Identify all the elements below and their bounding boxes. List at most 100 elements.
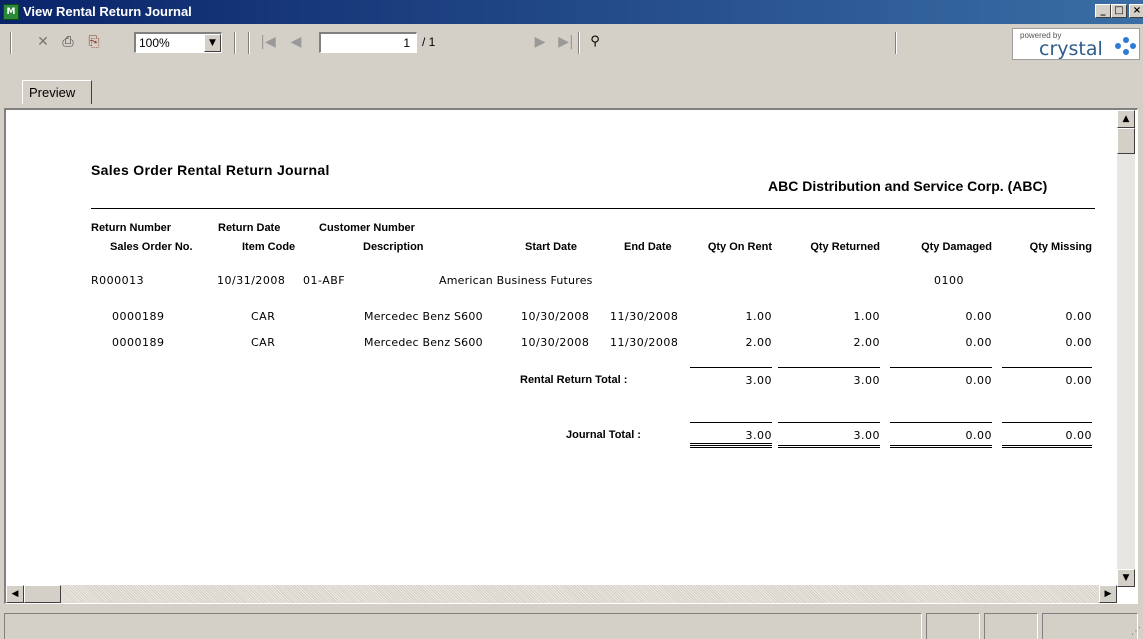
- line2-qty-returned: 2.00: [853, 336, 880, 349]
- total-rule: [690, 443, 772, 444]
- toolbar-separator: [578, 32, 580, 54]
- total-rule: [778, 422, 880, 423]
- journal-total-missing: 0.00: [1065, 429, 1092, 442]
- vertical-scrollbar[interactable]: ▲ ▼: [1117, 110, 1135, 587]
- double-underline: [890, 445, 992, 448]
- report-toolbar: ✕ ⎙ ⎘ 100% ▼ |◀ ◀ 1 / 1 ▶ ▶| ⚲ powered b…: [0, 24, 1143, 80]
- line2-sales-order: 0000189: [112, 336, 165, 349]
- window-title: View Rental Return Journal: [23, 4, 192, 19]
- col-header-customer-number: Customer Number: [319, 222, 415, 234]
- total-rule: [890, 367, 992, 368]
- status-panel: [926, 613, 980, 639]
- col-header-start-date: Start Date: [525, 241, 577, 253]
- col-header-description: Description: [363, 241, 424, 253]
- total-rule: [890, 422, 992, 423]
- toolbar-separator: [895, 32, 897, 54]
- scroll-right-icon[interactable]: ▶: [1099, 585, 1117, 603]
- company-name: ABC Distribution and Service Corp. (ABC): [768, 178, 1048, 194]
- close-report-icon[interactable]: ✕: [33, 32, 53, 52]
- double-underline: [690, 445, 772, 448]
- col-header-return-date: Return Date: [218, 222, 281, 234]
- return-code: 0100: [934, 274, 964, 287]
- report-page: Sales Order Rental Return Journal ABC Di…: [6, 110, 1117, 585]
- line2-qty-on-rent: 2.00: [745, 336, 772, 349]
- double-underline: [1002, 445, 1092, 448]
- double-underline: [778, 445, 880, 448]
- tab-preview-label: Preview: [29, 85, 76, 100]
- line1-sales-order: 0000189: [112, 310, 165, 323]
- status-panel: [984, 613, 1038, 639]
- minimize-button[interactable]: _: [1095, 4, 1111, 18]
- header-rule: [91, 208, 1095, 209]
- last-page-icon[interactable]: ▶|: [556, 32, 576, 52]
- zoom-select[interactable]: 100% ▼: [134, 32, 222, 53]
- status-panel: [1042, 613, 1138, 639]
- line2-qty-missing: 0.00: [1065, 336, 1092, 349]
- search-binoculars-icon[interactable]: ⚲: [585, 32, 605, 52]
- rental-total-returned: 3.00: [853, 374, 880, 387]
- current-page: 1: [403, 36, 410, 50]
- page-total: / 1: [422, 35, 436, 49]
- col-header-return-number: Return Number: [91, 222, 172, 234]
- return-number: R000013: [91, 274, 145, 287]
- status-panel-main: [4, 613, 922, 639]
- line2-item-code: CAR: [251, 336, 276, 349]
- total-rule: [690, 422, 772, 423]
- maximize-button[interactable]: □: [1111, 4, 1127, 18]
- line1-end-date: 11/30/2008: [610, 310, 679, 323]
- close-window-button[interactable]: ×: [1129, 4, 1143, 18]
- col-header-qty-on-rent: Qty On Rent: [707, 241, 772, 253]
- crystal-logo: powered by crystal: [1012, 28, 1140, 60]
- first-page-icon[interactable]: |◀: [258, 32, 278, 52]
- page-number-input[interactable]: 1: [319, 32, 417, 53]
- total-rule: [690, 367, 772, 368]
- tab-preview[interactable]: Preview: [22, 80, 92, 104]
- line1-qty-returned: 1.00: [853, 310, 880, 323]
- return-date: 10/31/2008: [217, 274, 286, 287]
- line2-end-date: 11/30/2008: [610, 336, 679, 349]
- line1-qty-on-rent: 1.00: [745, 310, 772, 323]
- journal-total-label: Journal Total :: [566, 429, 641, 441]
- scroll-left-icon[interactable]: ◀: [6, 585, 24, 603]
- line1-description: Mercedec Benz S600: [364, 310, 483, 323]
- scroll-up-icon[interactable]: ▲: [1117, 110, 1135, 128]
- line1-qty-missing: 0.00: [1065, 310, 1092, 323]
- total-rule: [1002, 367, 1092, 368]
- next-page-icon[interactable]: ▶: [530, 32, 550, 52]
- line1-start-date: 10/30/2008: [521, 310, 590, 323]
- col-header-qty-returned: Qty Returned: [810, 241, 880, 253]
- customer-name: American Business Futures: [439, 274, 593, 287]
- rental-total-on-rent: 3.00: [745, 374, 772, 387]
- export-icon[interactable]: ⎘: [84, 32, 104, 52]
- crystal-dots-icon: [1115, 37, 1137, 55]
- report-title: Sales Order Rental Return Journal: [91, 162, 330, 178]
- chevron-down-icon[interactable]: ▼: [204, 34, 221, 52]
- print-icon[interactable]: ⎙: [58, 32, 78, 52]
- col-header-qty-missing: Qty Missing: [1029, 241, 1092, 253]
- resize-grip-icon[interactable]: ⋰: [1131, 626, 1141, 637]
- col-header-item-code: Item Code: [242, 241, 296, 253]
- vertical-scroll-thumb[interactable]: [1117, 128, 1135, 154]
- col-header-sales-order: Sales Order No.: [110, 241, 193, 253]
- journal-total-on-rent: 3.00: [745, 429, 772, 442]
- status-bar: ⋰: [0, 605, 1143, 639]
- horizontal-scrollbar[interactable]: ◀ ▶: [6, 585, 1117, 603]
- customer-number: 01-ABF: [303, 274, 346, 287]
- journal-total-returned: 3.00: [853, 429, 880, 442]
- rental-total-damaged: 0.00: [965, 374, 992, 387]
- total-rule: [1002, 422, 1092, 423]
- scroll-down-icon[interactable]: ▼: [1117, 569, 1135, 587]
- line2-start-date: 10/30/2008: [521, 336, 590, 349]
- total-rule: [778, 367, 880, 368]
- line2-qty-damaged: 0.00: [965, 336, 992, 349]
- toolbar-separator: [10, 32, 12, 54]
- line1-item-code: CAR: [251, 310, 276, 323]
- previous-page-icon[interactable]: ◀: [286, 32, 306, 52]
- toolbar-separator: [248, 32, 250, 54]
- rental-total-missing: 0.00: [1065, 374, 1092, 387]
- app-icon[interactable]: M: [3, 4, 19, 20]
- zoom-value: 100%: [139, 36, 170, 50]
- line2-description: Mercedec Benz S600: [364, 336, 483, 349]
- horizontal-scroll-thumb[interactable]: [24, 585, 61, 603]
- col-header-end-date: End Date: [624, 241, 672, 253]
